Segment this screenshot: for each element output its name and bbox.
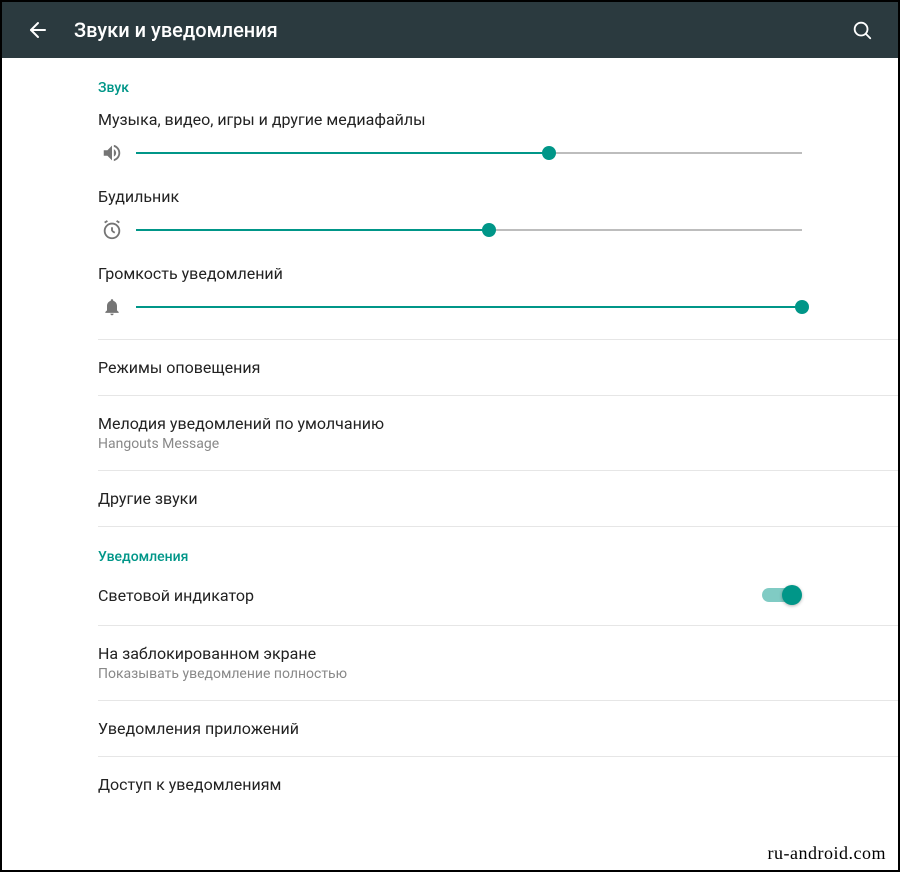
- row-other-sounds-label: Другие звуки: [98, 489, 802, 508]
- slider-alarm-track[interactable]: [136, 218, 802, 242]
- arrow-back-icon: [26, 18, 50, 42]
- bell-icon: [98, 297, 126, 317]
- page-title: Звуки и уведомления: [74, 18, 842, 42]
- search-button[interactable]: [842, 10, 882, 50]
- slider-media-label: Музыка, видео, игры и другие медиафайлы: [98, 110, 802, 141]
- row-other-sounds[interactable]: Другие звуки: [2, 471, 898, 526]
- slider-alarm: Будильник: [2, 181, 898, 258]
- row-notification-access-label: Доступ к уведомлениям: [98, 775, 802, 794]
- slider-media-track[interactable]: [136, 141, 802, 165]
- watermark: ru-android.com: [768, 843, 886, 864]
- row-pulse-light-label: Световой индикатор: [98, 586, 254, 605]
- slider-notification-track[interactable]: [136, 295, 802, 319]
- row-default-ringtone[interactable]: Мелодия уведомлений по умолчанию Hangout…: [2, 396, 898, 470]
- section-header-notifications: Уведомления: [2, 527, 898, 573]
- row-interruptions[interactable]: Режимы оповещения: [2, 340, 898, 395]
- pulse-light-switch[interactable]: [762, 583, 802, 607]
- row-pulse-light[interactable]: Световой индикатор: [2, 573, 898, 625]
- back-button[interactable]: [18, 10, 58, 50]
- slider-notification-label: Громкость уведомлений: [98, 264, 802, 295]
- alarm-icon: [98, 219, 126, 241]
- row-lock-screen[interactable]: На заблокированном экране Показывать уве…: [2, 626, 898, 700]
- slider-alarm-label: Будильник: [98, 187, 802, 218]
- app-bar: Звуки и уведомления: [2, 2, 898, 58]
- row-default-ringtone-label: Мелодия уведомлений по умолчанию: [98, 414, 802, 433]
- section-header-sound: Звук: [2, 58, 898, 104]
- row-lock-screen-label: На заблокированном экране: [98, 644, 802, 663]
- slider-notification: Громкость уведомлений: [2, 258, 898, 339]
- row-notification-access[interactable]: Доступ к уведомлениям: [2, 757, 898, 802]
- row-interruptions-label: Режимы оповещения: [98, 358, 802, 377]
- search-icon: [851, 19, 873, 41]
- row-app-notifications[interactable]: Уведомления приложений: [2, 701, 898, 756]
- slider-media: Музыка, видео, игры и другие медиафайлы: [2, 104, 898, 181]
- row-lock-screen-value: Показывать уведомление полностью: [98, 666, 802, 682]
- volume-up-icon: [98, 142, 126, 164]
- row-default-ringtone-value: Hangouts Message: [98, 436, 802, 452]
- row-app-notifications-label: Уведомления приложений: [98, 719, 802, 738]
